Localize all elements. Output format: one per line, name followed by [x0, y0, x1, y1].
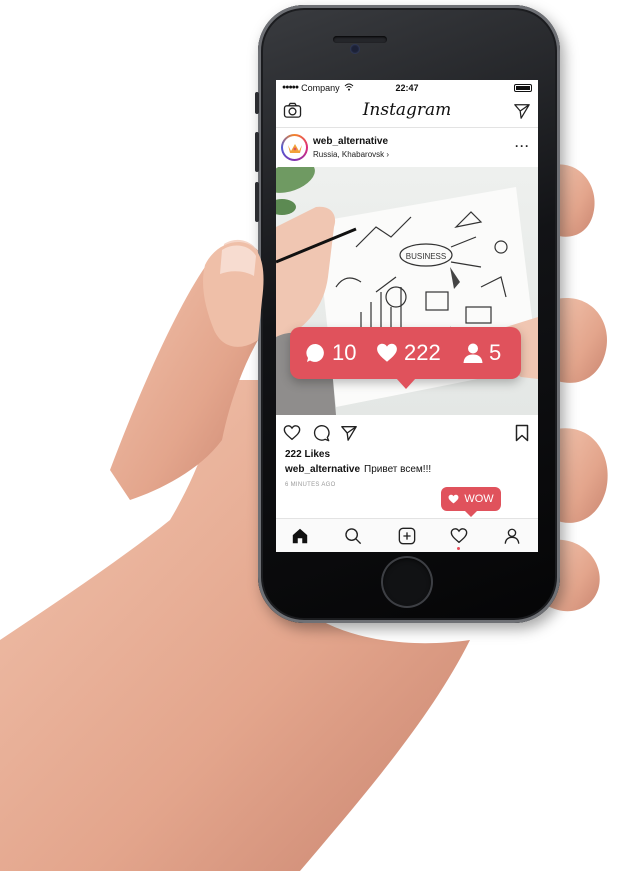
front-camera	[350, 44, 360, 54]
post-timestamp: 6 MINUTES AGO	[285, 482, 336, 488]
crown-logo-icon	[287, 143, 302, 153]
wow-label: WOW	[464, 493, 494, 505]
likes-notification: 222	[375, 338, 441, 368]
leaf-shape	[276, 199, 296, 215]
post-location[interactable]: Russia, Khabarovsk ›	[313, 150, 389, 159]
comments-notification: 10	[305, 338, 356, 368]
likes-notification-count: 222	[404, 340, 441, 365]
phone-screen: ●●●●● Company 22:47 Instagram web_altern…	[276, 80, 538, 552]
location-text: Russia, Khabarovsk	[313, 150, 385, 159]
battery-icon	[514, 84, 532, 92]
comment-icon[interactable]	[312, 424, 330, 442]
followers-notification: 5	[462, 338, 501, 368]
wow-reaction-badge[interactable]: WOW	[441, 487, 501, 517]
earpiece-speaker	[333, 36, 387, 43]
likes-count[interactable]: 222 Likes	[285, 449, 330, 460]
post-header: web_alternative Russia, Khabarovsk › ···	[276, 129, 538, 166]
notification-bubble[interactable]: 10 222 5	[290, 327, 521, 389]
profile-icon[interactable]	[503, 527, 521, 545]
sketch-label: BUSINESS	[406, 252, 446, 261]
post-actions	[276, 422, 538, 444]
home-button[interactable]	[381, 556, 433, 608]
status-bar: ●●●●● Company 22:47	[276, 80, 538, 95]
silent-switch	[255, 92, 259, 114]
bottom-tab-bar	[276, 518, 538, 552]
app-brand: Instagram	[362, 100, 452, 120]
followers-count: 5	[489, 340, 502, 365]
top-nav: Instagram	[276, 95, 538, 128]
share-icon[interactable]	[340, 424, 358, 442]
send-icon[interactable]	[513, 102, 531, 120]
heart-filled-icon	[377, 343, 397, 362]
comment-bubble-icon	[306, 343, 324, 362]
caption-username[interactable]: web_alternative	[285, 464, 360, 475]
wow-heart-icon	[448, 494, 459, 504]
user-icon	[463, 343, 483, 363]
volume-down-button	[255, 182, 259, 222]
caption-text: Привет всем!!!	[364, 464, 432, 475]
add-post-icon[interactable]	[398, 527, 416, 545]
status-time: 22:47	[395, 82, 419, 93]
more-icon[interactable]: ···	[515, 139, 530, 153]
bookmark-icon[interactable]	[515, 424, 529, 442]
leaf-shape	[276, 167, 315, 193]
avatar[interactable]	[281, 134, 308, 161]
volume-up-button	[255, 132, 259, 172]
search-icon[interactable]	[344, 527, 362, 545]
home-icon[interactable]	[291, 527, 309, 545]
heart-icon[interactable]	[283, 424, 301, 442]
comments-count: 10	[332, 340, 357, 365]
post-caption: web_alternative Привет всем!!!	[285, 464, 431, 475]
photo-hand	[276, 206, 336, 339]
activity-heart-icon[interactable]	[450, 527, 468, 545]
activity-dot	[457, 547, 460, 550]
post-username[interactable]: web_alternative	[313, 136, 388, 147]
